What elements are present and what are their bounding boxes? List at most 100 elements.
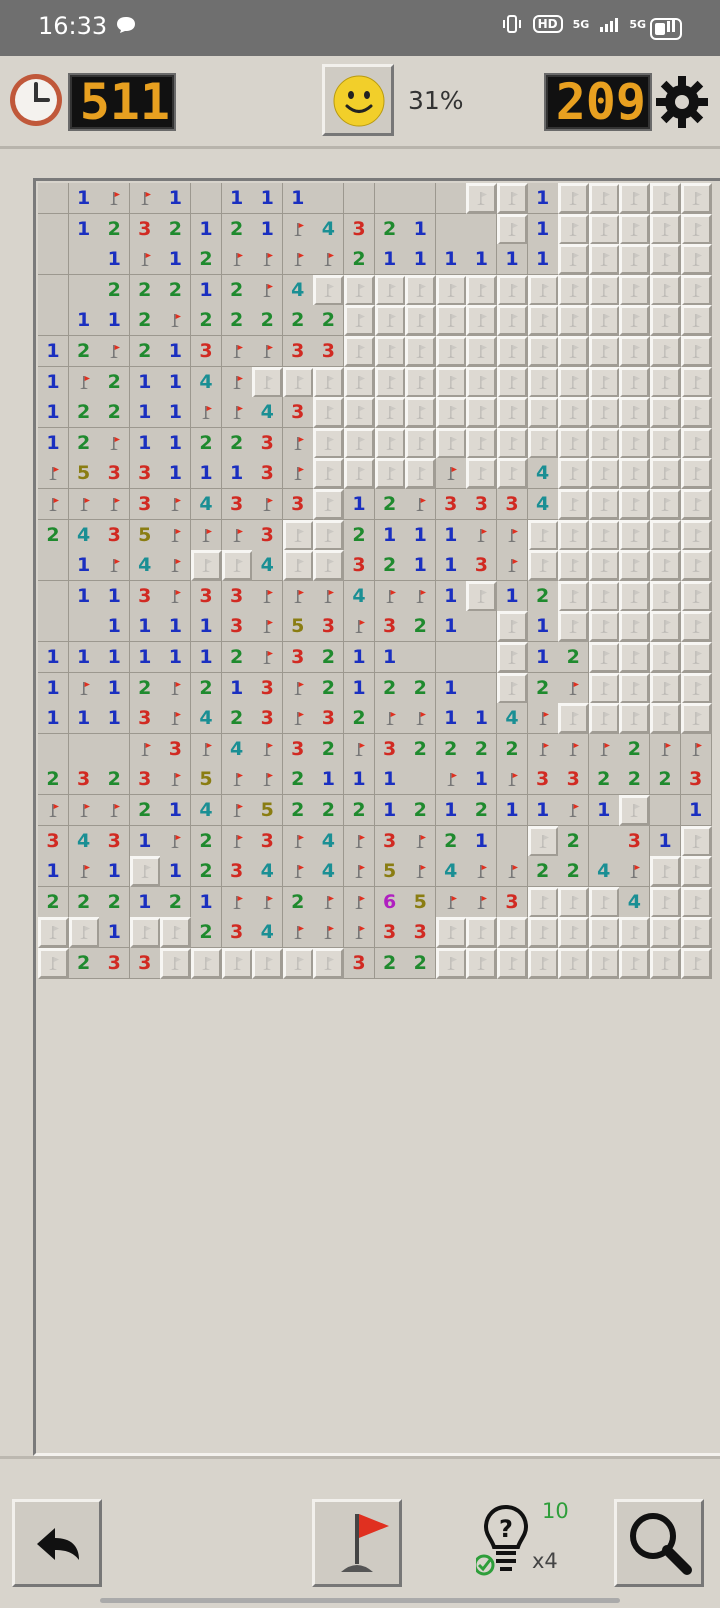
unopened-cell[interactable] [527, 886, 559, 918]
flagged-cell[interactable] [252, 274, 284, 306]
unopened-cell[interactable] [650, 948, 681, 979]
number-cell[interactable]: 2 [99, 886, 131, 918]
flagged-cell[interactable] [282, 213, 314, 245]
number-cell[interactable]: 2 [435, 825, 467, 857]
flagged-cell[interactable] [374, 703, 406, 735]
number-cell[interactable]: 4 [191, 489, 222, 520]
number-cell[interactable]: 2 [282, 305, 314, 337]
flagged-cell[interactable] [221, 336, 253, 367]
number-cell[interactable]: 2 [221, 305, 253, 337]
flagged-cell[interactable] [435, 458, 467, 490]
unopened-cell[interactable] [650, 183, 681, 214]
unopened-cell[interactable] [497, 427, 528, 459]
unopened-cell[interactable] [497, 948, 528, 979]
number-cell[interactable]: 2 [619, 764, 651, 796]
unopened-cell[interactable] [558, 366, 590, 398]
unopened-cell[interactable] [313, 427, 345, 459]
number-cell[interactable]: 2 [558, 856, 590, 888]
number-cell[interactable]: 1 [160, 611, 192, 643]
unopened-cell[interactable] [435, 336, 467, 367]
empty-cell[interactable] [38, 611, 69, 643]
flagged-cell[interactable] [160, 764, 192, 796]
unopened-cell[interactable] [466, 183, 498, 214]
empty-cell[interactable] [374, 183, 406, 214]
flagged-cell[interactable] [405, 580, 437, 612]
number-cell[interactable]: 2 [191, 825, 222, 857]
unopened-cell[interactable] [405, 305, 437, 337]
empty-cell[interactable] [344, 183, 375, 214]
unopened-cell[interactable] [619, 642, 651, 673]
number-cell[interactable]: 4 [221, 733, 253, 765]
flagged-cell[interactable] [221, 795, 253, 826]
number-cell[interactable]: 3 [527, 764, 559, 796]
number-cell[interactable]: 2 [558, 642, 590, 673]
flagged-cell[interactable] [650, 733, 681, 765]
unopened-cell[interactable] [527, 397, 559, 429]
number-cell[interactable]: 2 [282, 886, 314, 918]
number-cell[interactable]: 3 [129, 580, 161, 612]
flagged-cell[interactable] [282, 917, 314, 949]
number-cell[interactable]: 5 [405, 886, 437, 918]
empty-cell[interactable] [405, 183, 437, 214]
number-cell[interactable]: 4 [313, 856, 345, 888]
empty-cell[interactable] [38, 183, 69, 214]
unopened-cell[interactable] [405, 397, 437, 429]
number-cell[interactable]: 3 [129, 764, 161, 796]
number-cell[interactable]: 3 [99, 519, 131, 551]
number-cell[interactable]: 3 [466, 489, 498, 520]
number-cell[interactable]: 1 [99, 917, 131, 949]
flagged-cell[interactable] [99, 795, 131, 826]
number-cell[interactable]: 4 [252, 397, 284, 429]
number-cell[interactable]: 5 [252, 795, 284, 826]
unopened-cell[interactable] [558, 917, 590, 949]
number-cell[interactable]: 3 [191, 580, 222, 612]
number-cell[interactable]: 2 [221, 213, 253, 245]
number-cell[interactable]: 3 [374, 917, 406, 949]
flagged-cell[interactable] [129, 733, 161, 765]
number-cell[interactable]: 1 [99, 580, 131, 612]
number-cell[interactable]: 1 [405, 244, 437, 276]
unopened-cell[interactable] [680, 886, 712, 918]
unopened-cell[interactable] [435, 917, 467, 949]
flagged-cell[interactable] [68, 856, 100, 888]
unopened-cell[interactable] [313, 274, 345, 306]
zoom-button[interactable] [614, 1499, 704, 1587]
number-cell[interactable]: 4 [313, 213, 345, 245]
unopened-cell[interactable] [497, 274, 528, 306]
empty-cell[interactable] [435, 183, 467, 214]
flagged-cell[interactable] [38, 795, 69, 826]
unopened-cell[interactable] [619, 336, 651, 367]
unopened-cell[interactable] [558, 489, 590, 520]
unopened-cell[interactable] [527, 336, 559, 367]
unopened-cell[interactable] [680, 244, 712, 276]
flagged-cell[interactable] [588, 733, 620, 765]
unopened-cell[interactable] [38, 948, 69, 979]
number-cell[interactable]: 1 [38, 642, 69, 673]
unopened-cell[interactable] [497, 213, 528, 245]
flagged-cell[interactable] [405, 489, 437, 520]
unopened-cell[interactable] [344, 458, 375, 490]
flagged-cell[interactable] [466, 856, 498, 888]
number-cell[interactable]: 2 [527, 856, 559, 888]
number-cell[interactable]: 2 [191, 917, 222, 949]
number-cell[interactable]: 3 [252, 703, 284, 735]
number-cell[interactable]: 1 [38, 397, 69, 429]
unopened-cell[interactable] [497, 458, 528, 490]
unopened-cell[interactable] [497, 397, 528, 429]
number-cell[interactable]: 2 [650, 764, 681, 796]
flagged-cell[interactable] [221, 244, 253, 276]
unopened-cell[interactable] [650, 274, 681, 306]
flagged-cell[interactable] [160, 519, 192, 551]
number-cell[interactable]: 4 [619, 886, 651, 918]
unopened-cell[interactable] [650, 856, 681, 888]
number-cell[interactable]: 5 [374, 856, 406, 888]
number-cell[interactable]: 2 [588, 764, 620, 796]
number-cell[interactable]: 1 [99, 703, 131, 735]
unopened-cell[interactable] [466, 305, 498, 337]
flagged-cell[interactable] [252, 764, 284, 796]
unopened-cell[interactable] [588, 274, 620, 306]
number-cell[interactable]: 3 [252, 519, 284, 551]
number-cell[interactable]: 2 [466, 795, 498, 826]
number-cell[interactable]: 3 [129, 948, 161, 979]
unopened-cell[interactable] [527, 427, 559, 459]
